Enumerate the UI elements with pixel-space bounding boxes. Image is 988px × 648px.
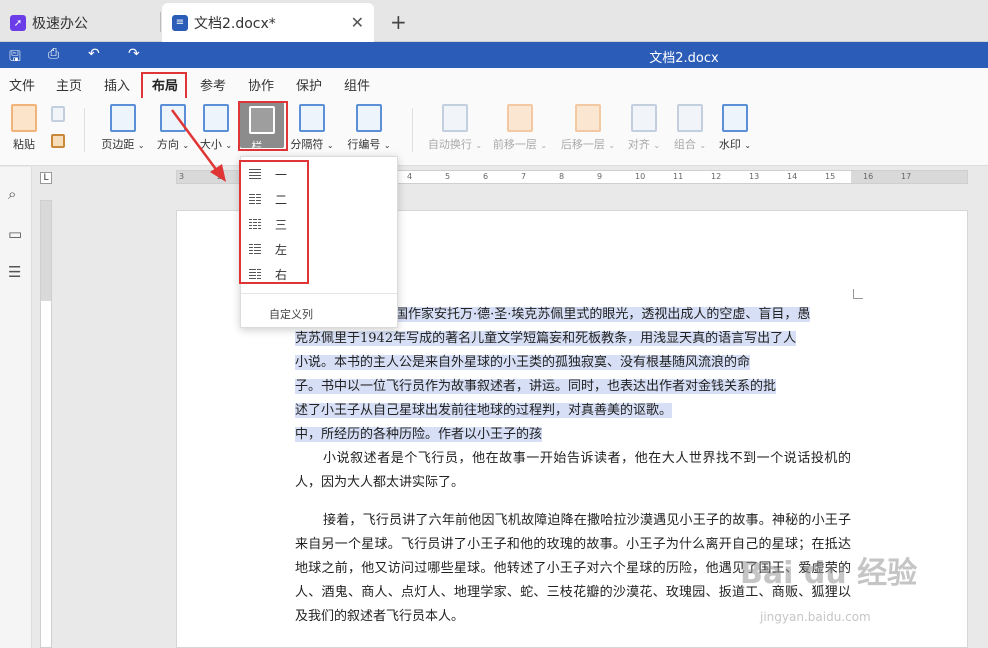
selected-line: 国作家安托万·德·圣·埃克苏佩里式的眼光，透视出成人的空虚、盲目，愚	[395, 307, 811, 322]
bring-forward-icon	[507, 104, 533, 132]
ruler-number: 14	[787, 172, 798, 181]
close-icon[interactable]: ✕	[351, 13, 364, 32]
tab-divider	[160, 12, 161, 32]
ruler-number: 2	[217, 172, 223, 181]
browser-tab-bar: ➚ 极速办公 ≡ 文档2.docx* ✕ +	[0, 0, 988, 42]
copy-icon	[51, 106, 65, 122]
ruler-number: 7	[521, 172, 527, 181]
orientation-label: 方向	[156, 138, 179, 151]
watermark-label: 水印	[718, 138, 741, 151]
breaks-button[interactable]: 分隔符 ⌄	[290, 104, 334, 152]
tab-document[interactable]: ≡ 文档2.docx* ✕	[162, 3, 374, 42]
tab-home[interactable]: ➚ 极速办公	[0, 4, 160, 42]
title-bar: 🖫 ⎙ ↶ ↷ 文档2.docx	[0, 42, 988, 68]
wrap-text-icon	[442, 104, 468, 132]
size-label: 大小	[199, 138, 222, 151]
tab-document-label: 文档2.docx*	[194, 15, 276, 32]
send-backward-label: 后移一层	[560, 138, 605, 151]
menu-references[interactable]: 参考	[200, 75, 226, 94]
dropdown-divider	[241, 293, 397, 294]
clipboard-icon	[11, 104, 37, 132]
ruler-number: 4	[407, 172, 413, 181]
highlight-box-column-options	[239, 160, 309, 284]
menu-insert[interactable]: 插入	[104, 75, 130, 94]
document-icon: ≡	[172, 14, 188, 31]
left-sidebar: ⌕ ▭ ☰	[0, 167, 32, 648]
send-backward-button[interactable]: 后移一层 ⌄	[560, 104, 616, 152]
group-label: 组合	[673, 138, 696, 151]
watermark-button[interactable]: 水印 ⌄	[716, 104, 754, 152]
baidu-watermark-url: jingyan.baidu.com	[760, 610, 871, 624]
ruler-number: 3	[179, 172, 185, 181]
rocket-icon: ➚	[10, 15, 26, 31]
document-title: 文档2.docx	[649, 51, 719, 66]
align-icon	[631, 104, 657, 132]
line-numbers-label: 行编号	[347, 138, 381, 151]
ruler-number: 15	[825, 172, 836, 181]
paragraph-2[interactable]: 小说叙述者是个飞行员，他在故事一开始告诉读者，他在大人世界找不到一个说话投机的人…	[295, 447, 851, 495]
breaks-label: 分隔符	[290, 138, 324, 151]
align-button[interactable]: 对齐 ⌄	[626, 104, 662, 152]
ruler-number: 8	[559, 172, 565, 181]
brush-icon	[51, 134, 65, 148]
ruler-number: 9	[597, 172, 603, 181]
outline-icon[interactable]: ☰	[8, 263, 21, 281]
ribbon-divider	[412, 108, 413, 152]
group-button[interactable]: 组合 ⌄	[672, 104, 708, 152]
comment-icon[interactable]: ▭	[8, 225, 22, 243]
selected-line: 中，所经历的各种历险。作者以小王子的孩	[295, 427, 543, 442]
line-numbers-button[interactable]: 行编号 ⌄	[346, 104, 392, 152]
margins-label: 页边距	[101, 138, 135, 151]
ribbon-divider	[84, 108, 85, 152]
margins-icon	[110, 104, 136, 132]
ruler-margin-top	[41, 201, 51, 301]
menu-home[interactable]: 主页	[56, 75, 82, 94]
margins-button[interactable]: 页边距 ⌄	[98, 104, 148, 152]
paste-button[interactable]: 粘贴	[8, 104, 40, 152]
ruler-number: 5	[445, 172, 451, 181]
selected-line: 述了小王子从自己星球出发前往地球的过程判，对真善美的讴歌。	[295, 403, 673, 418]
menu-collaborate[interactable]: 协作	[248, 75, 274, 94]
search-icon[interactable]: ⌕	[8, 185, 16, 203]
selected-line: 克苏佩里于1942年写成的著名儿童文学短篇妄和死板教条，用浅显天真的语言写出了人	[295, 331, 797, 346]
format-painter-button[interactable]	[48, 134, 68, 152]
menu-protect[interactable]: 保护	[296, 75, 322, 94]
ruler-number: 11	[673, 172, 684, 181]
orientation-icon	[160, 104, 186, 132]
group-icon	[677, 104, 703, 132]
margin-corner-mark	[853, 289, 863, 299]
custom-columns-option[interactable]: 自定义列	[269, 306, 313, 322]
tab-stop-selector[interactable]: L	[40, 172, 52, 184]
bring-forward-button[interactable]: 前移一层 ⌄	[492, 104, 548, 152]
ruler-number: 10	[635, 172, 646, 181]
send-backward-icon	[575, 104, 601, 132]
baidu-watermark: Bai du 经验	[740, 556, 918, 591]
ruler-number: 16	[863, 172, 874, 181]
ruler-number: 17	[901, 172, 912, 181]
menu-file[interactable]: 文件	[9, 75, 35, 94]
vertical-ruler[interactable]	[40, 200, 52, 648]
breaks-icon	[299, 104, 325, 132]
new-tab-button[interactable]: +	[390, 10, 407, 34]
wrap-text-button[interactable]: 自动换行 ⌄	[426, 104, 484, 152]
ruler-number: 6	[483, 172, 489, 181]
line-numbers-icon	[356, 104, 382, 132]
copy-button[interactable]	[48, 106, 68, 126]
highlight-box-columns	[238, 101, 288, 151]
size-button[interactable]: 大小 ⌄	[198, 104, 234, 152]
menu-components[interactable]: 组件	[344, 75, 370, 94]
ruler-number: 12	[711, 172, 722, 181]
ribbon-toolbar: 粘贴 页边距 ⌄ 方向 ⌄ 大小 ⌄ 栏 ⌄ 分隔符 ⌄ 行编号 ⌄ 自动换行 …	[0, 98, 988, 166]
selected-line: 子。书中以一位飞行员作为故事叙述者，讲运。同时，也表达出作者对金钱关系的批	[295, 379, 777, 394]
tab-home-label: 极速办公	[32, 16, 88, 32]
bring-forward-label: 前移一层	[492, 138, 537, 151]
page-size-icon	[203, 104, 229, 132]
watermark-icon	[722, 104, 748, 132]
orientation-button[interactable]: 方向 ⌄	[154, 104, 192, 152]
selected-line: 小说。本书的主人公是来自外星球的小王类的孤独寂寞、没有根基随风流浪的命	[295, 355, 751, 370]
wrap-text-label: 自动换行	[427, 138, 472, 151]
ruler-number: 13	[749, 172, 760, 181]
align-label: 对齐	[627, 138, 650, 151]
paste-label: 粘贴	[13, 138, 35, 151]
